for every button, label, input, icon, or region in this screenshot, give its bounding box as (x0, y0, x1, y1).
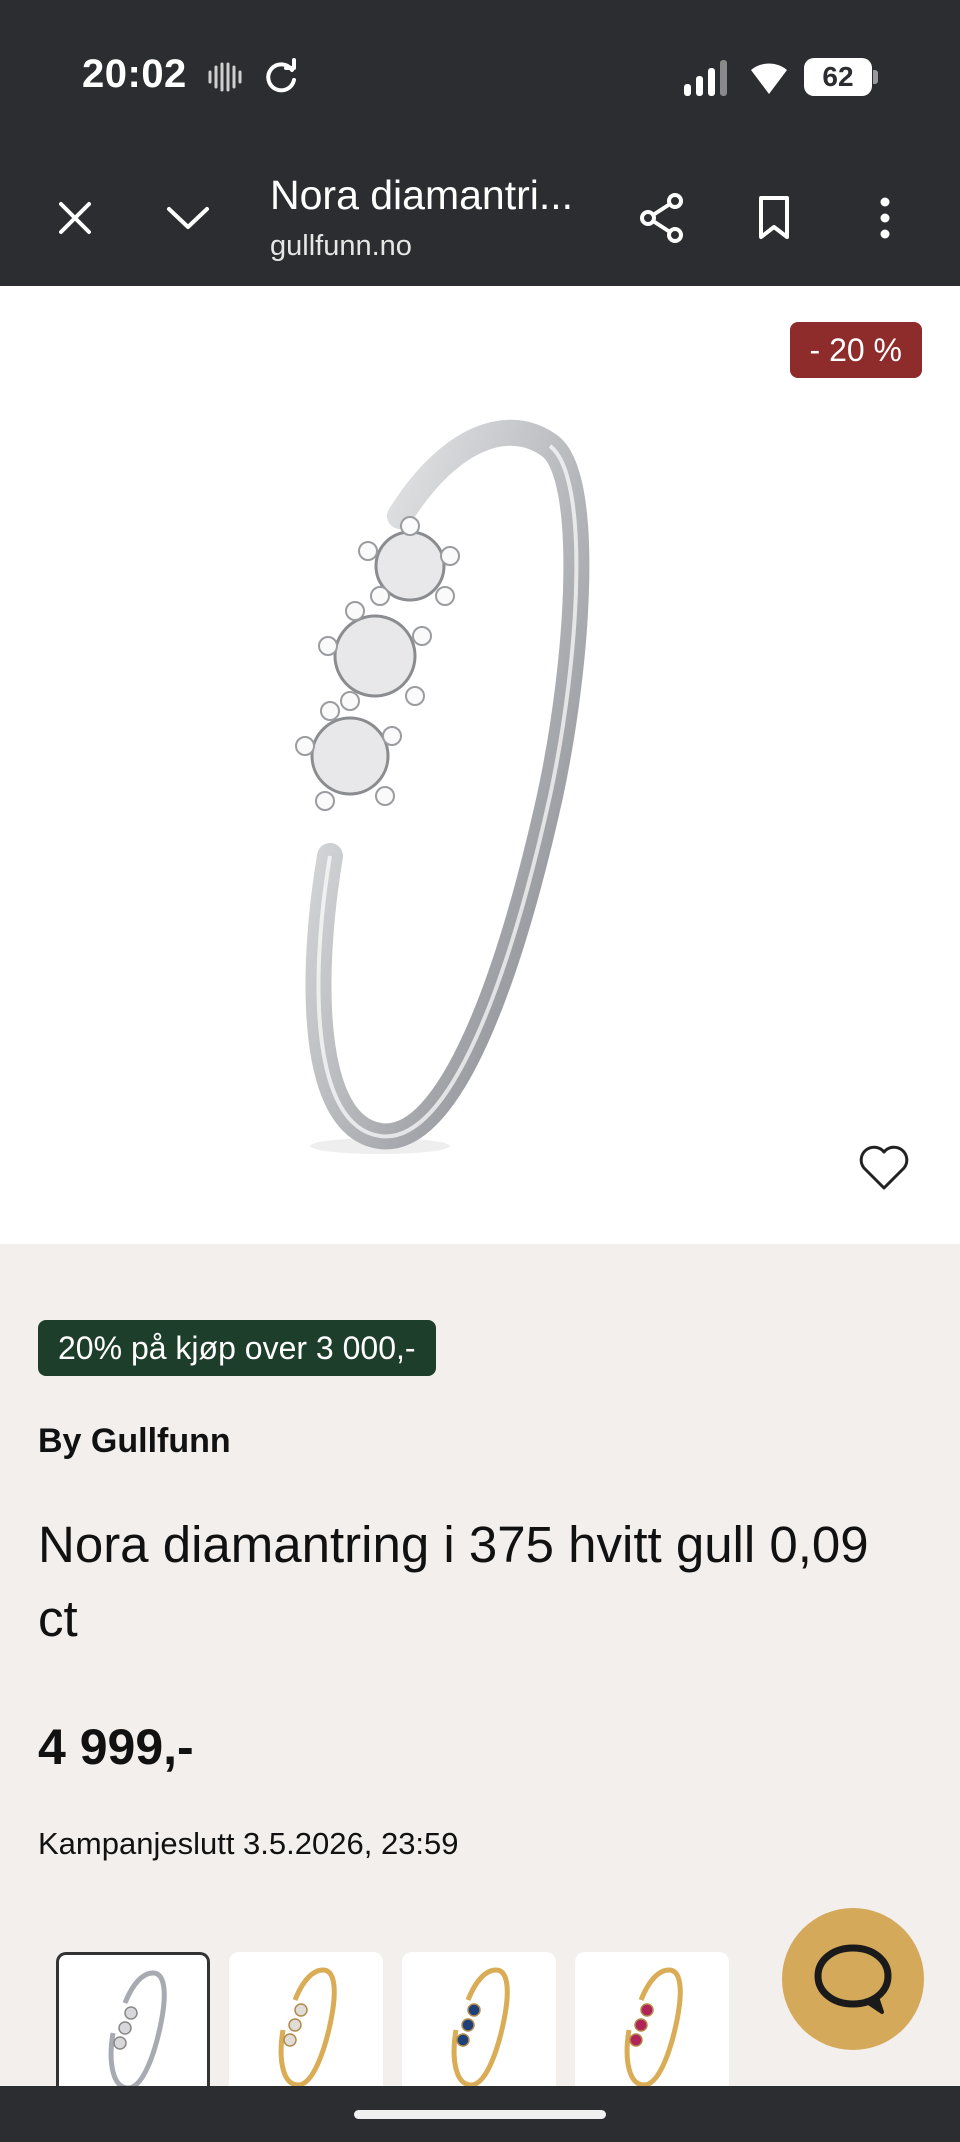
signal-icon (684, 60, 727, 96)
discount-badge: - 20 % (789, 322, 922, 378)
variant-thumbnail[interactable] (575, 1952, 729, 2086)
status-bar: 20:02 62 (0, 0, 960, 150)
bookmark-button[interactable] (742, 186, 806, 250)
product-title: Nora diamantring i 375 hvitt gull 0,09 c… (38, 1516, 869, 1647)
campaign-end-text: Kampanjeslutt 3.5.2026, 23:59 (38, 1826, 459, 1861)
page-domain: gullfunn.no (270, 230, 412, 262)
status-time: 20:02 (82, 52, 187, 96)
bookmark-icon (759, 196, 789, 239)
system-nav-bar (0, 2086, 960, 2142)
chat-bubble-icon (814, 1944, 892, 2014)
product-image (295, 419, 590, 1154)
product-image-gallery[interactable]: - 20 % (0, 286, 960, 1244)
page-title: Nora diamantri... (270, 172, 574, 218)
close-button[interactable] (43, 186, 107, 250)
product-price: 4 999,- (38, 1719, 194, 1775)
more-vert-icon (880, 197, 890, 239)
variant-thumbnail[interactable] (229, 1952, 383, 2086)
battery-icon: 62 (804, 58, 878, 96)
chevron-down-icon (167, 207, 209, 229)
wifi-icon (751, 63, 787, 94)
promo-tag: 20% på kjøp over 3 000,- (38, 1320, 436, 1376)
notification-icon (208, 62, 242, 92)
minimize-button[interactable] (156, 186, 220, 250)
share-button[interactable] (630, 186, 694, 250)
share-icon (640, 193, 683, 243)
more-options-button[interactable] (853, 186, 917, 250)
brand-link[interactable]: By Gullfunn (38, 1422, 231, 1461)
browser-toolbar: Nora diamantri... gullfunn.no (0, 150, 960, 286)
variant-thumbnail[interactable] (402, 1952, 556, 2086)
sync-icon (266, 58, 296, 93)
home-indicator[interactable] (354, 2110, 606, 2119)
variant-thumbnail[interactable] (56, 1952, 210, 2086)
chat-button[interactable] (782, 1908, 924, 2050)
heart-outline-icon[interactable] (856, 1142, 912, 1194)
close-icon (59, 202, 91, 234)
battery-level: 62 (804, 58, 872, 96)
